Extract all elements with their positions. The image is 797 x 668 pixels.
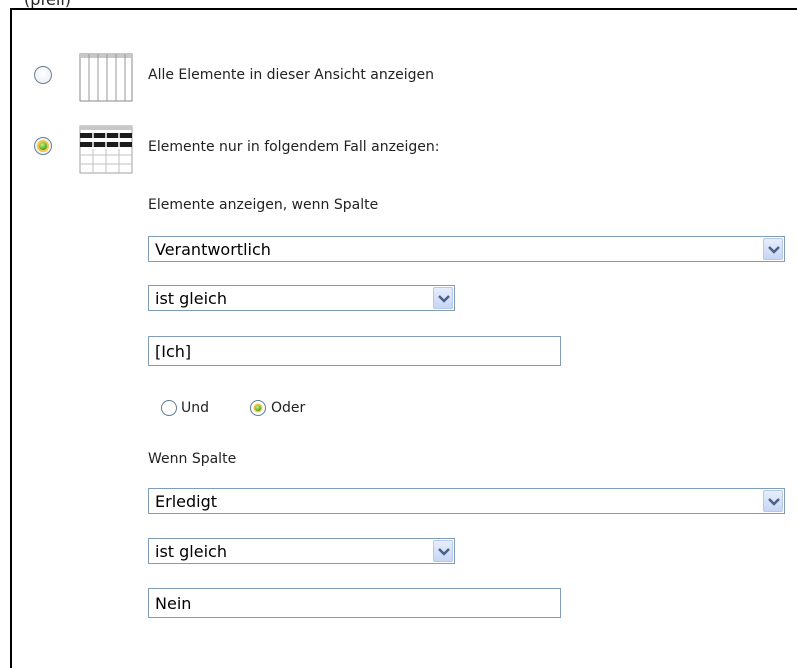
radio-selected-dot: [39, 142, 47, 150]
radio-show-all[interactable]: [34, 66, 52, 84]
chevron-down-icon[interactable]: [433, 287, 453, 309]
chevron-down-icon[interactable]: [763, 238, 783, 260]
radio-und[interactable]: [161, 400, 177, 416]
chevron-down-icon[interactable]: [763, 490, 783, 512]
option-filter-label: Elemente nur in folgendem Fall anzeigen:: [148, 139, 440, 155]
radio-show-filtered[interactable]: [34, 137, 52, 155]
filter1-column-value: Verantwortlich: [155, 240, 271, 259]
filter2-column-value: Erledigt: [155, 492, 218, 511]
filter2-value-input[interactable]: Nein: [148, 588, 561, 618]
filter2-label: Wenn Spalte: [148, 451, 237, 467]
filter2-column-select[interactable]: Erledigt: [148, 488, 785, 514]
filter1-label: Elemente anzeigen, wenn Spalte: [148, 197, 379, 213]
chevron-down-icon[interactable]: [433, 540, 453, 562]
filter2-operator-value: ist gleich: [155, 542, 227, 561]
radio-selected-dot: [255, 405, 261, 411]
filter1-operator-value: ist gleich: [155, 289, 227, 308]
radio-und-label: Und: [181, 400, 210, 416]
filter1-column-select[interactable]: Verantwortlich: [148, 236, 785, 262]
filtered-table-icon: [79, 125, 133, 174]
filter1-value-text: [Ich]: [155, 342, 192, 361]
radio-oder[interactable]: [250, 400, 266, 416]
radio-oder-label: Oder: [271, 400, 306, 416]
filter1-operator-select[interactable]: ist gleich: [148, 285, 455, 311]
option-show-all-label: Alle Elemente in dieser Ansicht anzeigen: [148, 67, 434, 83]
table-grid-icon: [79, 53, 133, 102]
filter1-value-input[interactable]: [Ich]: [148, 336, 561, 366]
filter2-value-text: Nein: [155, 594, 192, 613]
filter2-operator-select[interactable]: ist gleich: [148, 538, 455, 564]
